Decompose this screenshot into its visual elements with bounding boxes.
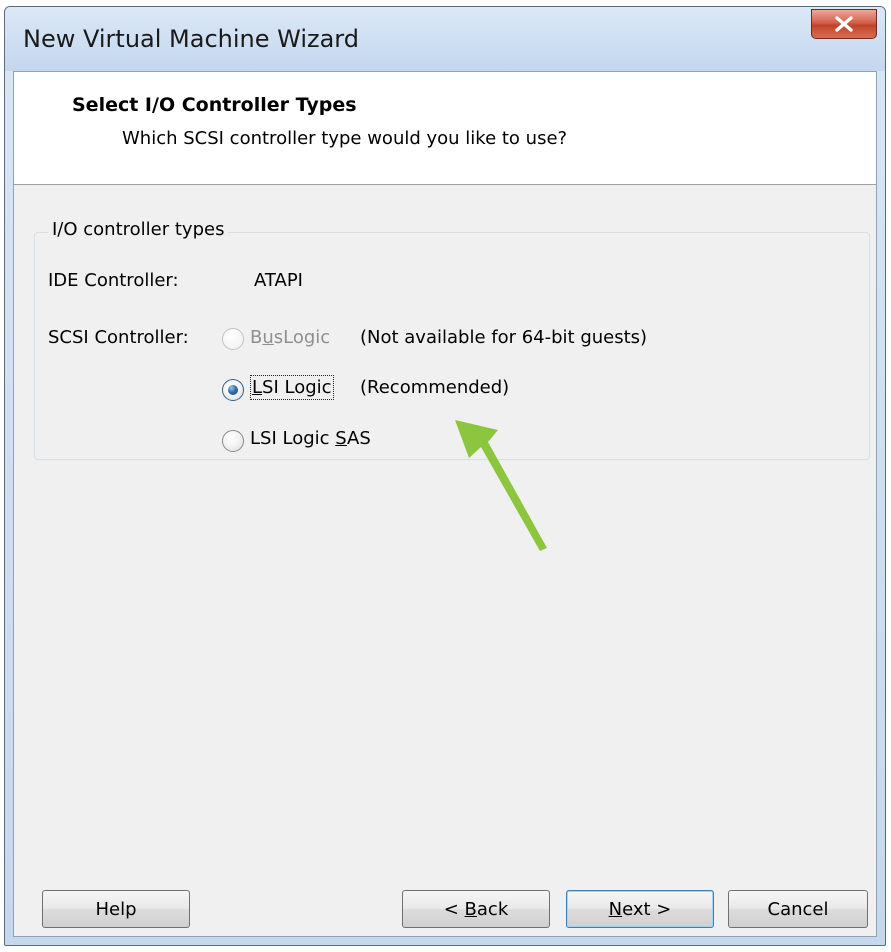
ide-controller-value: ATAPI: [254, 270, 303, 291]
next-button[interactable]: Next >: [566, 890, 714, 928]
page-title: Select I/O Controller Types: [72, 94, 357, 116]
cancel-button[interactable]: Cancel: [728, 890, 868, 928]
help-button[interactable]: Help: [42, 890, 190, 928]
lsi-logic-sas-radio[interactable]: [222, 430, 244, 452]
next-button-label: Next >: [608, 898, 672, 920]
cancel-button-label: Cancel: [767, 898, 829, 920]
lsi-logic-label[interactable]: LSI Logic: [250, 375, 334, 400]
window-title: New Virtual Machine Wizard: [23, 25, 359, 53]
scsi-controller-label: SCSI Controller:: [48, 327, 189, 348]
back-button-label: < Back: [443, 898, 509, 920]
page-subtitle: Which SCSI controller type would you lik…: [122, 128, 568, 149]
close-button[interactable]: [811, 9, 877, 39]
ide-controller-label: IDE Controller:: [48, 270, 179, 291]
back-button[interactable]: < Back: [402, 890, 550, 928]
buslogic-radio[interactable]: [222, 328, 244, 350]
lsi-logic-note: (Recommended): [360, 377, 510, 398]
wizard-client-area: Select I/O Controller Types Which SCSI c…: [13, 71, 877, 937]
title-bar[interactable]: New Virtual Machine Wizard: [5, 7, 885, 71]
help-button-label: Help: [95, 898, 137, 920]
lsi-logic-sas-label[interactable]: LSI Logic SAS: [250, 428, 371, 449]
lsi-logic-radio[interactable]: [222, 379, 244, 401]
wizard-window: New Virtual Machine Wizard Select I/O Co…: [4, 6, 886, 946]
close-icon: [835, 16, 853, 32]
radio-selected-dot: [228, 385, 238, 395]
group-legend: I/O controller types: [48, 219, 229, 240]
wizard-header: Select I/O Controller Types Which SCSI c…: [14, 72, 876, 185]
buslogic-label[interactable]: BusLogic: [250, 327, 330, 348]
buslogic-note: (Not available for 64-bit guests): [360, 327, 648, 348]
